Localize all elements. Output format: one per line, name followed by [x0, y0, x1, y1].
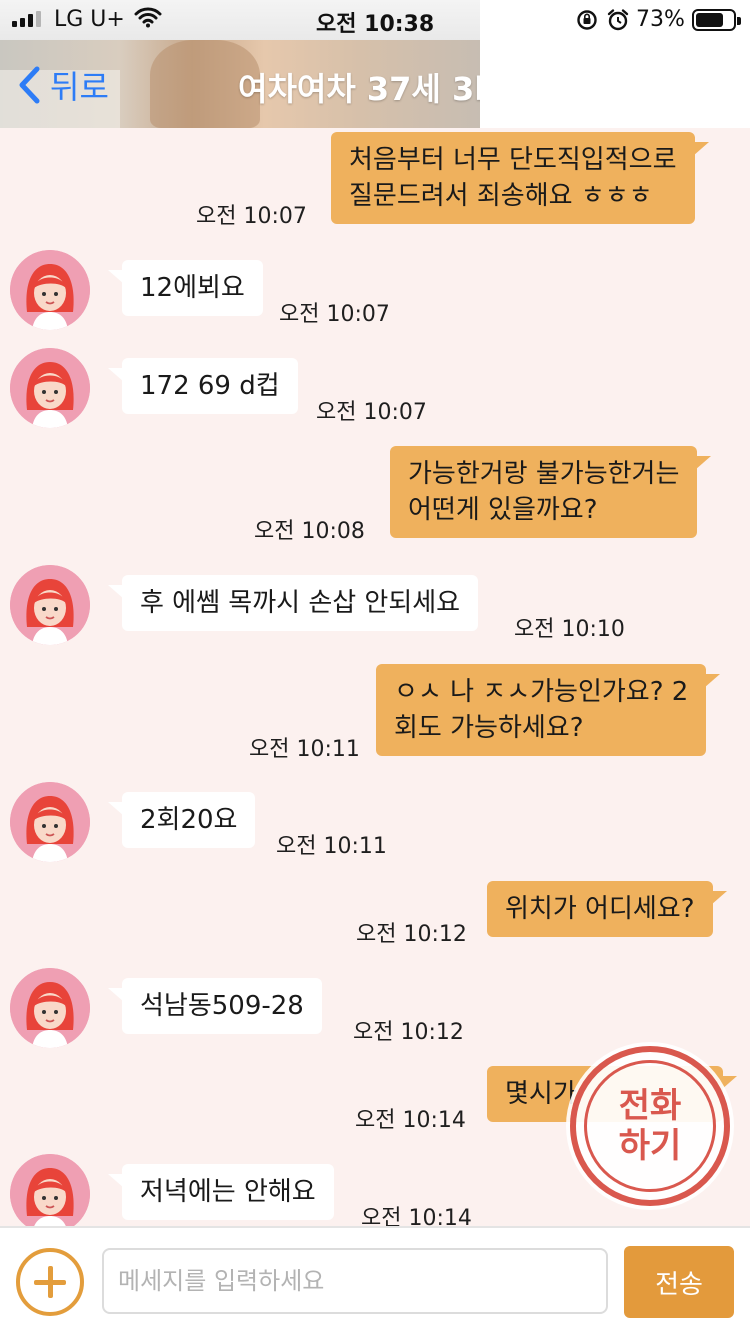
signal-strength-icon: [12, 11, 41, 27]
message-time: 오전 10:08: [254, 519, 365, 544]
message-input-bar: 전송: [0, 1226, 750, 1334]
message-text: 위치가 어디세요?: [505, 894, 695, 924]
message-time: 오전 10:14: [355, 1108, 466, 1133]
chevron-left-icon: [19, 66, 40, 104]
call-button-label: 전화 하기: [584, 1060, 716, 1192]
avatar-illustration: [10, 782, 90, 862]
message-input[interactable]: [102, 1248, 608, 1314]
status-time: 오전 10:38: [316, 12, 435, 37]
avatar-illustration: [10, 968, 90, 1048]
avatar-illustration: [10, 565, 90, 645]
alarm-icon: [606, 8, 630, 38]
avatar[interactable]: [10, 782, 90, 862]
chat-header: 뒤로 여차여차 37세 3k: [0, 40, 480, 128]
status-bar: LG U+ 오전 10:38 73%: [0, 0, 750, 40]
message-bubble-received[interactable]: 저녁에는 안해요: [108, 1164, 334, 1220]
message-text: 후 에쎔 목까시 손삽 안되세요: [140, 588, 461, 618]
carrier-name: LG U+: [54, 7, 125, 32]
battery-icon: [692, 9, 741, 31]
avatar-illustration: [10, 1154, 90, 1234]
message-text: 172 69 d컵: [140, 371, 280, 401]
message-text: 가능한거랑 불가능한거는: [408, 459, 680, 489]
message-bubble-sent[interactable]: 처음부터 너무 단도직입적으로 질문드려서 죄송해요 ㅎㅎㅎ: [331, 132, 708, 224]
avatar[interactable]: [10, 565, 90, 645]
message-text: 어떤게 있을까요?: [408, 495, 598, 525]
chat-title: 여차여차 37세 3k: [238, 70, 480, 108]
send-button[interactable]: 전송: [624, 1246, 734, 1318]
wifi-icon: [134, 6, 162, 34]
avatar[interactable]: [10, 348, 90, 428]
rotation-lock-icon: [576, 9, 598, 37]
avatar[interactable]: [10, 1154, 90, 1234]
message-bubble-received[interactable]: 172 69 d컵: [108, 358, 298, 414]
attach-plus-button[interactable]: [16, 1248, 84, 1316]
message-bubble-sent[interactable]: 가능한거랑 불가능한거는 어떤게 있을까요?: [390, 446, 712, 538]
message-text: 2회20요: [140, 805, 238, 835]
avatar[interactable]: [10, 250, 90, 330]
message-time: 오전 10:07: [196, 204, 307, 229]
avatar-illustration: [10, 348, 90, 428]
message-text: 석남동509-28: [140, 991, 304, 1021]
call-button[interactable]: 전화 하기: [570, 1046, 730, 1206]
message-time: 오전 10:07: [279, 302, 390, 327]
message-time: 오전 10:07: [316, 400, 427, 425]
message-bubble-received[interactable]: 석남동509-28: [108, 978, 322, 1034]
message-text: 처음부터 너무 단도직입적으로: [349, 145, 677, 175]
message-time: 오전 10:11: [249, 737, 360, 762]
avatar-illustration: [10, 250, 90, 330]
message-bubble-received[interactable]: 2회20요: [107, 792, 256, 848]
back-button[interactable]: 뒤로: [18, 62, 109, 108]
message-bubble-sent[interactable]: ㅇㅅ 나 ㅈㅅ가능인가요? 2 회도 가능하세요?: [376, 664, 721, 756]
message-time: 오전 10:12: [353, 1020, 464, 1045]
message-bubble-received[interactable]: 12에뵈요: [108, 260, 263, 316]
back-label: 뒤로: [50, 68, 109, 106]
message-time: 오전 10:11: [276, 834, 387, 859]
message-bubble-sent[interactable]: 위치가 어디세요?: [487, 881, 727, 937]
message-time: 오전 10:12: [356, 922, 467, 947]
message-text: 저녁에는 안해요: [140, 1177, 316, 1207]
message-text: ㅇㅅ 나 ㅈㅅ가능인가요? 2: [394, 677, 689, 707]
message-bubble-received[interactable]: 후 에쎔 목까시 손삽 안되세요: [107, 575, 479, 631]
message-text: 질문드려서 죄송해요 ㅎㅎㅎ: [349, 181, 653, 211]
avatar[interactable]: [10, 968, 90, 1048]
message-text: 12에뵈요: [140, 273, 245, 303]
battery-percentage: 73%: [636, 7, 685, 32]
message-text: 회도 가능하세요?: [394, 713, 584, 743]
message-time: 오전 10:10: [514, 617, 625, 642]
